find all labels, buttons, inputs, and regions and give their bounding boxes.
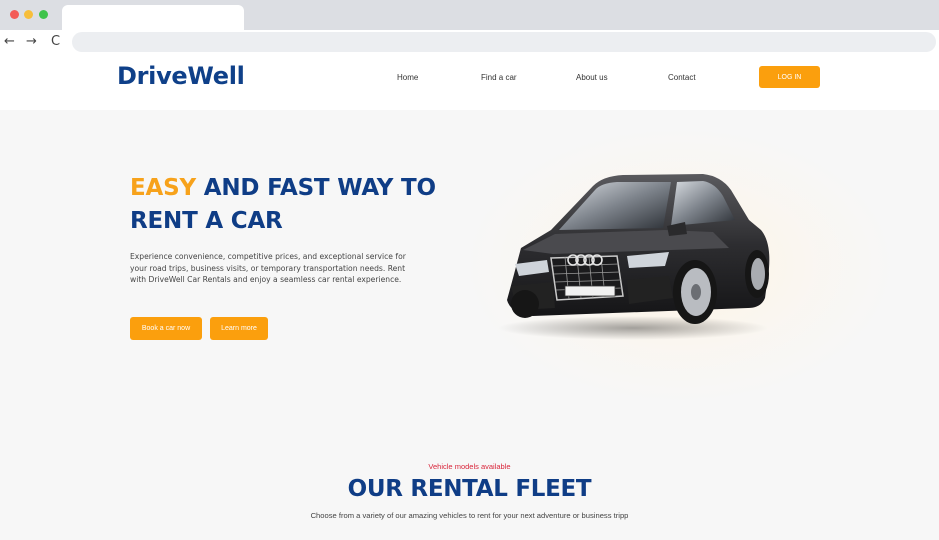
learn-more-button[interactable]: Learn more	[210, 317, 268, 340]
browser-tab-bar	[0, 0, 939, 30]
fleet-title: OUR RENTAL FLEET	[347, 476, 592, 502]
fleet-subtitle: Choose from a variety of our amazing veh…	[310, 511, 629, 520]
forward-arrow-icon[interactable]: →	[26, 33, 37, 51]
login-button[interactable]: LOG IN	[759, 66, 820, 88]
browser-tab[interactable]	[62, 5, 244, 30]
back-arrow-icon[interactable]: ←	[4, 33, 15, 51]
hero-title-accent: EASY	[130, 175, 196, 201]
minimize-window-icon[interactable]	[24, 10, 33, 19]
hero-title: EASY AND FAST WAY TO RENT A CAR	[130, 172, 490, 238]
address-bar[interactable]	[72, 32, 936, 52]
fleet-eyebrow: Vehicle models available	[428, 462, 511, 471]
nav-link-contact[interactable]: Contact	[668, 73, 696, 82]
nav-link-about-us[interactable]: About us	[576, 73, 608, 82]
book-car-button[interactable]: Book a car now	[130, 317, 202, 340]
nav-link-find-a-car[interactable]: Find a car	[481, 73, 517, 82]
hero-section: EASY AND FAST WAY TO RENT A CAR Experien…	[0, 110, 939, 540]
reload-icon[interactable]: C	[51, 33, 60, 51]
car-image	[498, 174, 770, 340]
nav-link-home[interactable]: Home	[397, 73, 418, 82]
close-window-icon[interactable]	[10, 10, 19, 19]
logo[interactable]: DriveWell	[117, 62, 245, 90]
site-header: DriveWell Home Find a car About us Conta…	[0, 56, 939, 110]
hero-description: Experience convenience, competitive pric…	[130, 252, 406, 284]
maximize-window-icon[interactable]	[39, 10, 48, 19]
browser-toolbar: ← → C	[0, 30, 939, 56]
